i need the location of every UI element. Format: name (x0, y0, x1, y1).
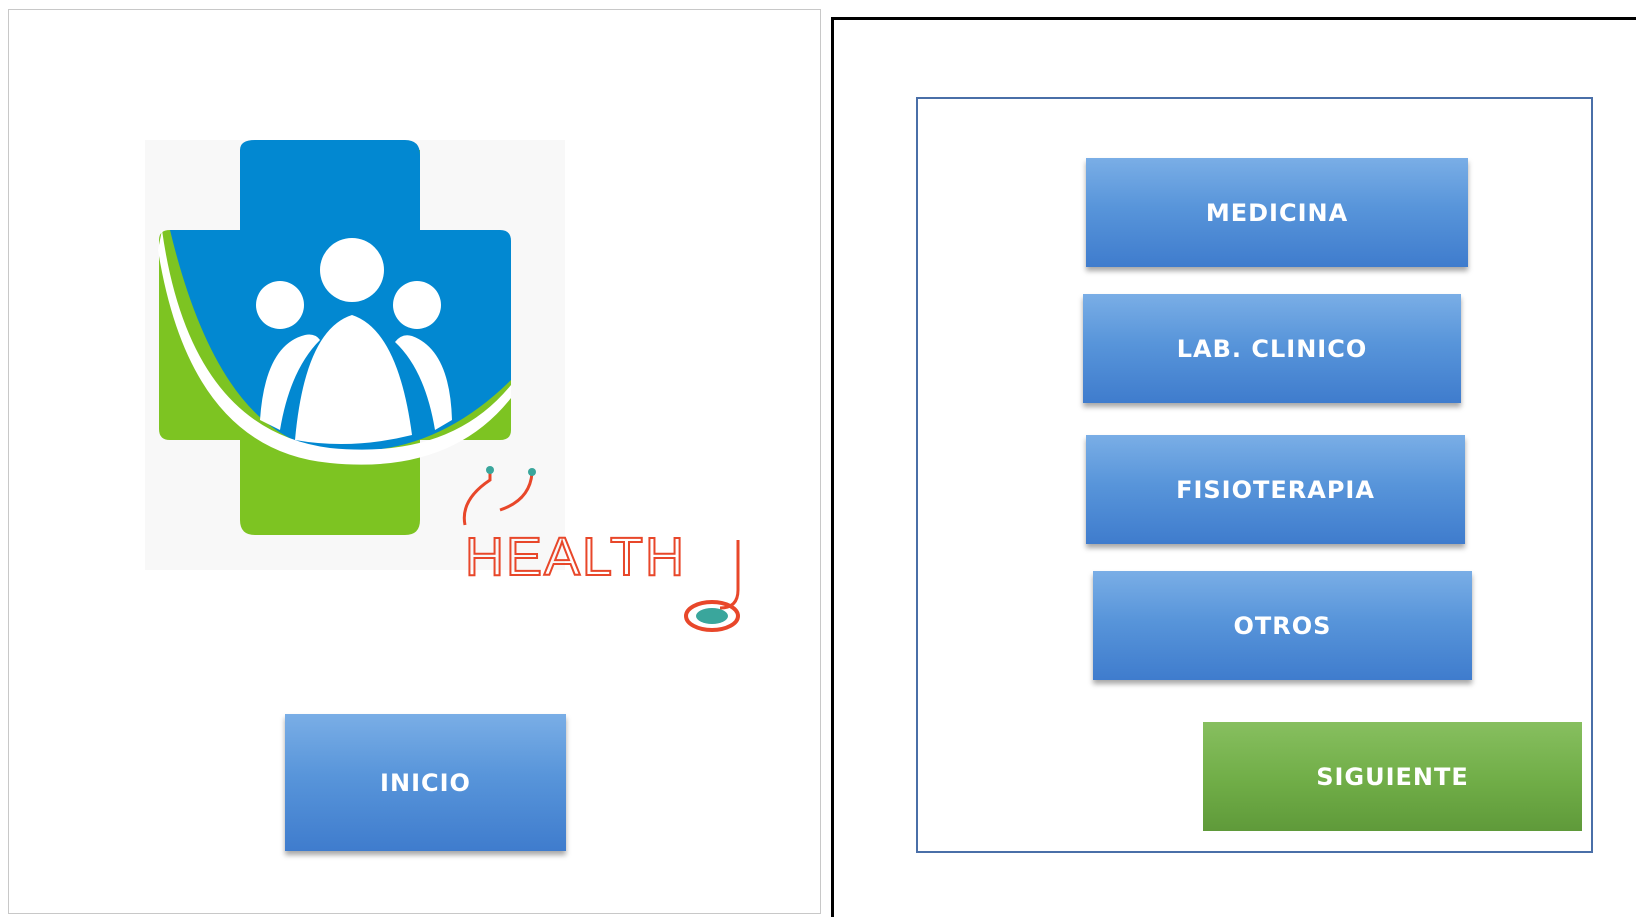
person-head-right (393, 281, 441, 329)
health-logo: HEALTH (145, 140, 740, 632)
option-fisioterapia-button[interactable]: FISIOTERAPIA (1086, 435, 1465, 544)
next-button[interactable]: SIGUIENTE (1203, 722, 1582, 831)
stethoscope-earpiece-right (528, 468, 536, 476)
stethoscope-earpiece-left (486, 466, 494, 474)
stethoscope-diaphragm-icon (696, 608, 728, 624)
stethoscope-tube-bottom (719, 540, 740, 610)
brand-text: HEALTH (465, 527, 686, 587)
option-medicina-button[interactable]: MEDICINA (1086, 158, 1468, 267)
person-head-left (256, 281, 304, 329)
option-otros-button[interactable]: OTROS (1093, 571, 1472, 680)
person-head-center (320, 238, 384, 302)
start-button[interactable]: INICIO (285, 714, 566, 851)
option-lab-clinico-button[interactable]: LAB. CLINICO (1083, 294, 1461, 403)
